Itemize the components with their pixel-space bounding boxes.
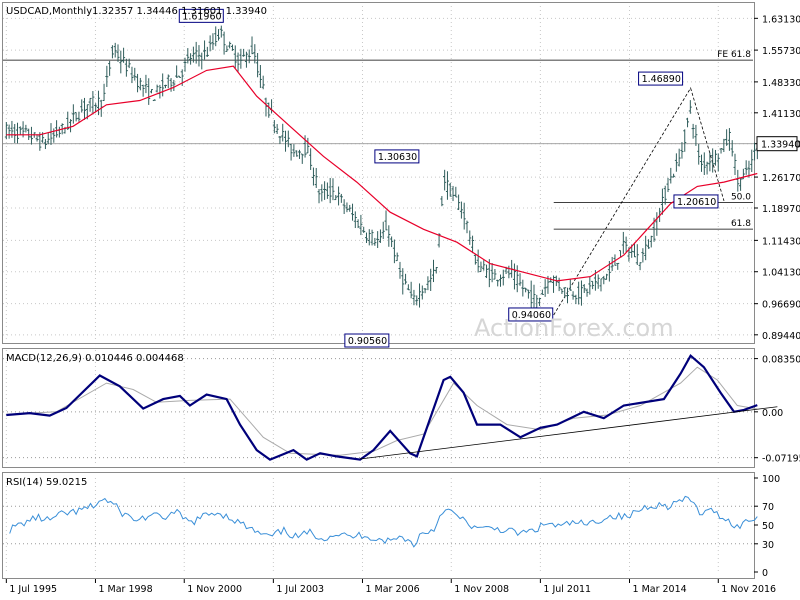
- price-axis-label: 1.55730: [762, 46, 800, 57]
- x-axis-label: 1 Mar 2014: [633, 584, 687, 595]
- rsi-panel-frame: [2, 472, 755, 579]
- x-axis-label: 1 Jul 1995: [9, 584, 57, 595]
- price-axis-label: 1.48330: [762, 78, 800, 89]
- price-annotation-label: 1.20610: [677, 197, 716, 208]
- current-price-label: 1.33940: [761, 140, 800, 151]
- price-axis-label: 1.04130: [762, 268, 800, 279]
- rsi-panel: 100 70 50 30 0: [3, 474, 780, 579]
- macd-panel: 0.083505 0.00 -0.07195: [3, 350, 800, 466]
- rsi-axis-label: 50: [762, 521, 774, 532]
- x-axis-label: 1 Mar 2006: [365, 584, 419, 595]
- price-annotation-label: 1.46890: [642, 74, 681, 85]
- forex-chart: 1.63130 1.55730 1.48330 1.41130 1.33940 1.261…: [2, 2, 800, 595]
- macd-panel-frame: [2, 348, 755, 468]
- x-axis-label: 1 Nov 2008: [454, 584, 509, 595]
- macd-line: [6, 353, 758, 461]
- macd-trendline: [360, 406, 778, 460]
- macd-axis-label: 0.083505: [762, 355, 800, 366]
- price-axis-label: 1.18970: [762, 204, 800, 215]
- price-axis-label: 1.11430: [762, 236, 800, 247]
- macd-title: MACD(12,26,9) 0.010446 0.004468: [6, 353, 184, 364]
- x-axis: 1 Jul 1995 1 Mar 1998 1 Nov 2000 1 Jul 2003…: [5, 579, 776, 595]
- macd-axis-label: 0.00: [762, 408, 783, 419]
- rsi-axis-label: 30: [762, 540, 774, 551]
- price-axis-label: 1.63130: [762, 14, 800, 25]
- x-axis-label: 1 Mar 1998: [98, 584, 152, 595]
- price-panel: 1.63130 1.55730 1.48330 1.41130 1.33940 1.261…: [3, 6, 800, 348]
- fib-level-label: 50.0: [731, 192, 751, 202]
- rsi-title: RSI(14) 59.0215: [6, 477, 87, 488]
- chart-header-ohlc: 1.32357 1.34446 1.31601 1.33940: [92, 6, 267, 17]
- x-axis-label: 1 Jul 2003: [276, 584, 324, 595]
- watermark: ActionForex.com: [474, 314, 674, 342]
- rsi-line: [9, 495, 758, 548]
- rsi-axis-label: 70: [762, 502, 774, 513]
- price-annotation-label: 1.30630: [378, 152, 417, 163]
- rsi-axis-label: 100: [762, 474, 780, 485]
- fib-level-label: 61.8: [731, 219, 751, 229]
- x-axis-label: 1 Nov 2016: [721, 584, 776, 595]
- macd-axis-label: -0.07195: [762, 454, 800, 465]
- moving-average-line: [6, 65, 758, 282]
- x-axis-label: 1 Nov 2000: [187, 584, 242, 595]
- x-axis-label: 1 Jul 2011: [543, 584, 591, 595]
- price-annotation-label: 0.90560: [348, 336, 387, 347]
- price-axis-label: 0.96690: [762, 300, 800, 311]
- price-axis-label: 1.26170: [762, 173, 800, 184]
- price-axis-label: 1.41130: [762, 109, 800, 120]
- fib-level-label: FE 61.8: [717, 50, 751, 60]
- chart-header-symbol: USDCAD,Monthly: [6, 6, 92, 17]
- price-axis-label: 0.89440: [762, 331, 800, 342]
- rsi-axis-label: 0: [762, 568, 768, 579]
